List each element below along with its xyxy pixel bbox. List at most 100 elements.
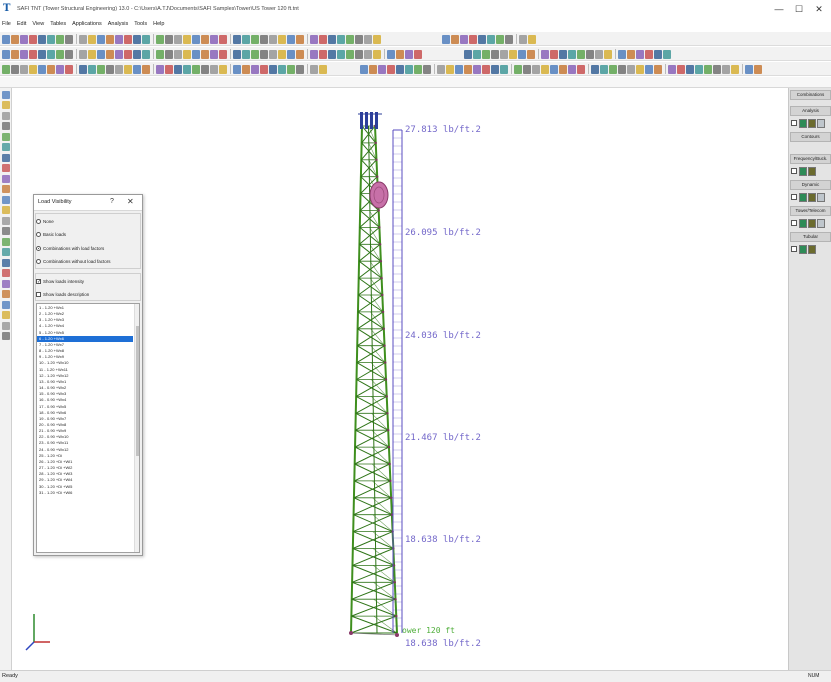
toolbar-tool-icon[interactable] — [242, 49, 250, 59]
toolbar-tool-icon[interactable] — [405, 49, 413, 59]
toolbar-tool-icon[interactable] — [165, 49, 173, 59]
toolbar-tool-icon[interactable] — [595, 49, 603, 59]
toolbar-tool-icon[interactable] — [156, 49, 164, 59]
toolbar-tool-icon[interactable] — [686, 64, 694, 74]
toolbar-tool-icon[interactable] — [65, 64, 73, 74]
toolbar-tool-icon[interactable] — [328, 34, 336, 44]
toolbar-tool-icon[interactable] — [106, 34, 114, 44]
tower-result-icon[interactable] — [808, 218, 816, 228]
toolbar-tool-icon[interactable] — [668, 64, 676, 74]
toolbar-tool-icon[interactable] — [364, 49, 372, 59]
toolbar-tool-icon[interactable] — [142, 64, 150, 74]
toolbar-tool-icon[interactable] — [20, 64, 28, 74]
toolbar-tool-icon[interactable] — [378, 64, 386, 74]
toolbar-tool-icon[interactable] — [722, 64, 730, 74]
left-tool-icon[interactable] — [2, 279, 10, 288]
toolbar-tool-icon[interactable] — [496, 34, 504, 44]
toolbar-tool-icon[interactable] — [482, 64, 490, 74]
left-tool-icon[interactable] — [2, 195, 10, 204]
analysis-run-icon[interactable] — [799, 118, 807, 128]
toolbar-tool-icon[interactable] — [269, 49, 277, 59]
left-tool-icon[interactable] — [2, 174, 10, 183]
toolbar-tool-icon[interactable] — [645, 64, 653, 74]
tower-run-icon[interactable] — [799, 218, 807, 228]
toolbar-tool-icon[interactable] — [586, 49, 594, 59]
toolbar-tool-icon[interactable] — [2, 34, 10, 44]
toolbar-tool-icon[interactable] — [541, 64, 549, 74]
toolbar-tool-icon[interactable] — [469, 34, 477, 44]
toolbar-tool-icon[interactable] — [192, 64, 200, 74]
left-tool-icon[interactable] — [2, 216, 10, 225]
toolbar-tool-icon[interactable] — [310, 34, 318, 44]
toolbar-tool-icon[interactable] — [233, 34, 241, 44]
toolbar-tool-icon[interactable] — [2, 49, 10, 59]
toolbar-tool-icon[interactable] — [636, 49, 644, 59]
toolbar-tool-icon[interactable] — [396, 49, 404, 59]
toolbar-tool-icon[interactable] — [242, 64, 250, 74]
toolbar-tool-icon[interactable] — [337, 49, 345, 59]
toolbar-tool-icon[interactable] — [156, 34, 164, 44]
toolbar-tool-icon[interactable] — [251, 49, 259, 59]
toolbar-tool-icon[interactable] — [577, 64, 585, 74]
frequency-checkbox[interactable] — [791, 168, 797, 174]
toolbar-tool-icon[interactable] — [654, 64, 662, 74]
toolbar-tool-icon[interactable] — [106, 64, 114, 74]
toolbar-tool-icon[interactable] — [473, 64, 481, 74]
dynamic-run-icon[interactable] — [799, 192, 807, 202]
left-tool-icon[interactable] — [2, 227, 10, 235]
toolbar-tool-icon[interactable] — [491, 64, 499, 74]
toolbar-tool-icon[interactable] — [183, 34, 191, 44]
toolbar-tool-icon[interactable] — [636, 64, 644, 74]
toolbar-tool-icon[interactable] — [47, 49, 55, 59]
toolbar-tool-icon[interactable] — [500, 49, 508, 59]
toolbar-tool-icon[interactable] — [745, 64, 753, 74]
toolbar-tool-icon[interactable] — [20, 49, 28, 59]
toolbar-tool-icon[interactable] — [133, 49, 141, 59]
toolbar-tool-icon[interactable] — [609, 64, 617, 74]
toolbar-tool-icon[interactable] — [269, 34, 277, 44]
toolbar-tool-icon[interactable] — [478, 34, 486, 44]
toolbar-tool-icon[interactable] — [79, 49, 87, 59]
toolbar-tool-icon[interactable] — [373, 34, 381, 44]
toolbar-tool-icon[interactable] — [518, 49, 526, 59]
toolbar-tool-icon[interactable] — [11, 64, 19, 74]
toolbar-tool-icon[interactable] — [124, 34, 132, 44]
tower-checkbox[interactable] — [791, 220, 797, 226]
show-description-checkbox[interactable] — [36, 291, 41, 297]
toolbar-tool-icon[interactable] — [319, 34, 327, 44]
toolbar-tool-icon[interactable] — [482, 49, 490, 59]
menu-file[interactable]: File — [2, 21, 11, 27]
list-scrollbar-thumb[interactable] — [136, 326, 139, 456]
list-item[interactable]: 31 - 1.20 +Di +Wi6 — [37, 490, 133, 496]
toolbar-tool-icon[interactable] — [446, 64, 454, 74]
toolbar-tool-icon[interactable] — [337, 34, 345, 44]
left-tool-icon[interactable] — [2, 321, 10, 330]
toolbar-tool-icon[interactable] — [387, 49, 395, 59]
toolbar-tool-icon[interactable] — [310, 49, 318, 59]
toolbar-tool-icon[interactable] — [38, 34, 46, 44]
dialog-help-button[interactable]: ? — [110, 198, 114, 205]
toolbar-tool-icon[interactable] — [455, 64, 463, 74]
toolbar-tool-icon[interactable] — [174, 49, 182, 59]
toolbar-tool-icon[interactable] — [328, 49, 336, 59]
toolbar-tool-icon[interactable] — [260, 49, 268, 59]
toolbar-tool-icon[interactable] — [451, 34, 459, 44]
toolbar-tool-icon[interactable] — [201, 34, 209, 44]
toolbar-tool-icon[interactable] — [79, 64, 87, 74]
toolbar-tool-icon[interactable] — [56, 49, 64, 59]
toolbar-tool-icon[interactable] — [528, 34, 536, 44]
analysis-tab[interactable]: Analysis — [790, 106, 831, 116]
toolbar-tool-icon[interactable] — [550, 49, 558, 59]
toolbar-tool-icon[interactable] — [88, 64, 96, 74]
toolbar-tool-icon[interactable] — [287, 34, 295, 44]
show-intensity-checkbox[interactable]: ✓ — [36, 278, 41, 284]
toolbar-tool-icon[interactable] — [106, 49, 114, 59]
toolbar-tool-icon[interactable] — [559, 64, 567, 74]
toolbar-tool-icon[interactable] — [519, 34, 527, 44]
toolbar-tool-icon[interactable] — [142, 49, 150, 59]
left-tool-icon[interactable] — [2, 153, 10, 162]
toolbar-tool-icon[interactable] — [464, 49, 472, 59]
toolbar-tool-icon[interactable] — [514, 64, 522, 74]
toolbar-tool-icon[interactable] — [219, 34, 227, 44]
toolbar-tool-icon[interactable] — [414, 64, 422, 74]
